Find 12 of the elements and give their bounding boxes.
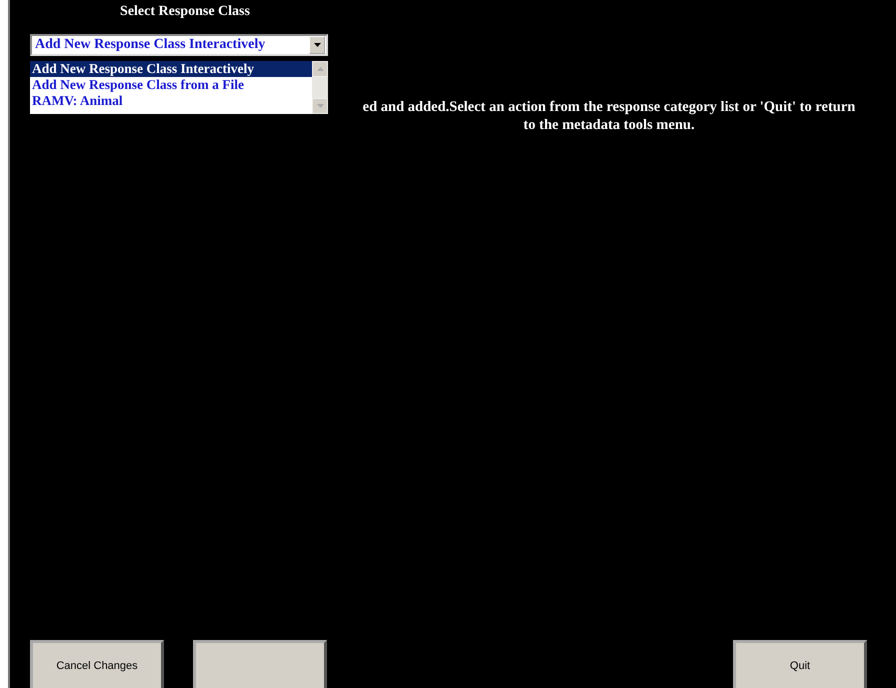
blank-button[interactable] [193,640,327,688]
scroll-up-icon[interactable] [316,67,324,71]
scroll-down-icon[interactable] [316,104,324,108]
action-button[interactable]: Quit [733,640,867,688]
dropdown-option[interactable]: RAMV: Animal [30,93,312,109]
dropdown-option[interactable]: Add New Response Class from a File [30,77,312,93]
caret-icon [314,43,320,47]
instruction-text: ed and added.Select an action from the response category list or 'Quit' to return to the metadata tools menu. [362,98,856,134]
dropdown-option[interactable]: Add New Response Class Interactively [30,61,312,77]
response-class-dropdown[interactable]: Add New Response Class Interactively [30,34,328,56]
action-button[interactable]: Cancel Changes [30,640,164,688]
dropdown-label: Select Response Class [119,4,251,20]
